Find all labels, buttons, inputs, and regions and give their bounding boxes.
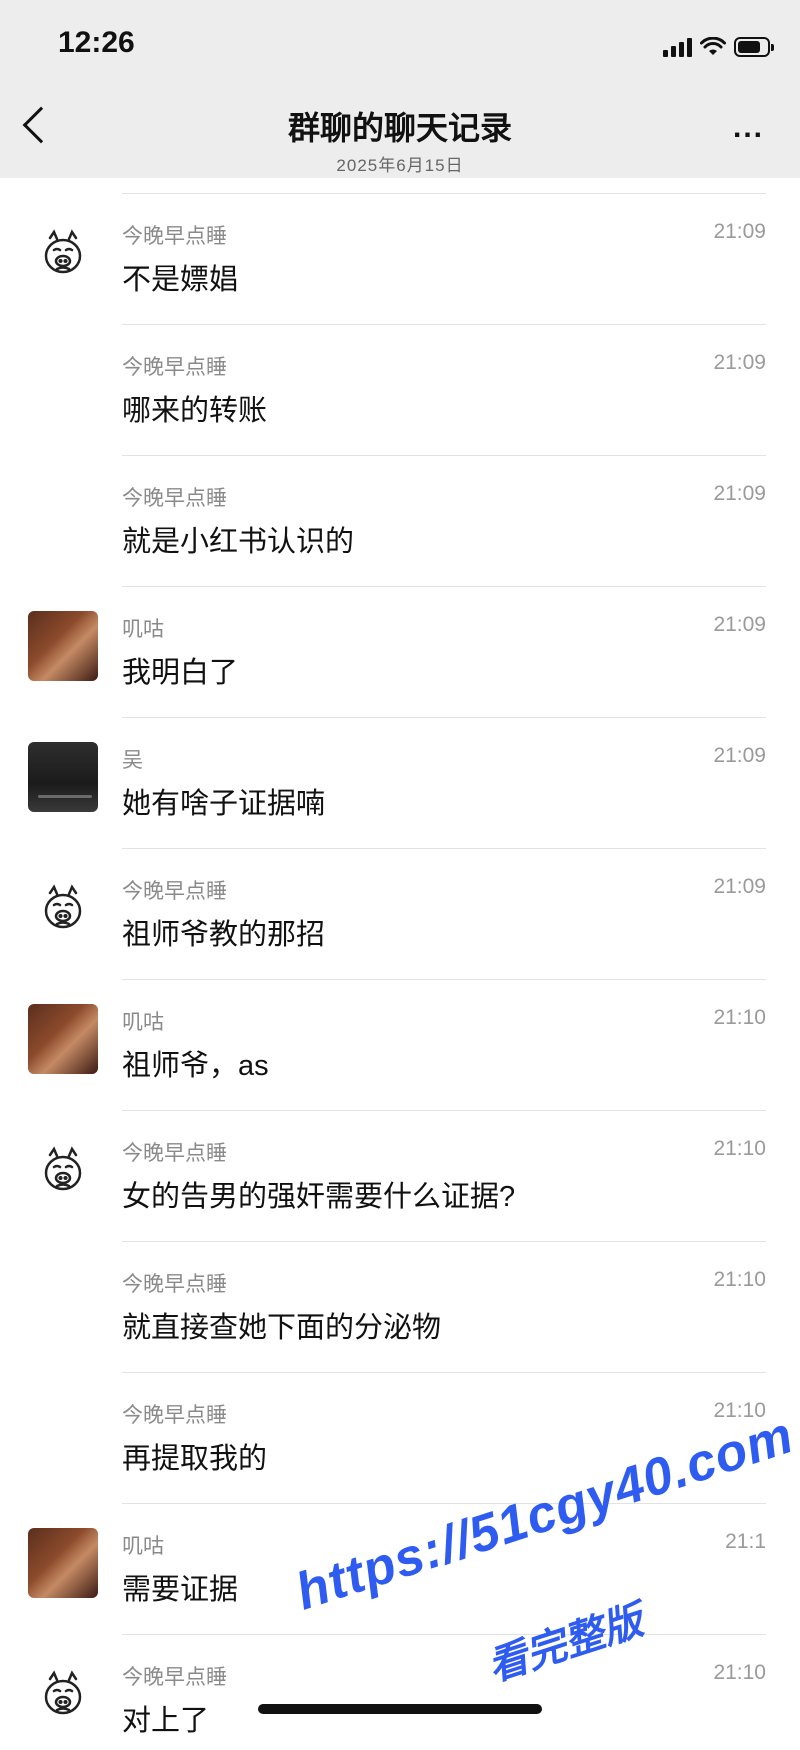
divider	[122, 586, 766, 587]
sender-name: 叽咕	[122, 1535, 164, 1558]
message-text: 我明白了	[122, 657, 239, 689]
message-time: 21:09	[713, 744, 766, 767]
divider	[122, 1503, 766, 1504]
divider	[122, 324, 766, 325]
message-row[interactable]: 今晚早点睡 21:09 不是嫖娼	[0, 178, 800, 309]
message-text: 就是小红书认识的	[122, 526, 355, 558]
cellular-signal-icon	[663, 37, 692, 57]
avatar[interactable]	[38, 1669, 88, 1719]
sender-name: 叽咕	[122, 618, 164, 641]
divider	[122, 455, 766, 456]
page-title: 群聊的聊天记录	[287, 110, 512, 146]
sender-name: 今晚早点睡	[122, 356, 227, 379]
divider	[122, 1372, 766, 1373]
message-list: 今晚早点睡 21:09 不是嫖娼 今晚早点睡 21:09 哪来的转账 今晚早点睡 21:09 就…	[0, 178, 800, 1750]
home-indicator[interactable]	[258, 1704, 542, 1714]
divider	[122, 1110, 766, 1111]
sender-name: 今晚早点睡	[122, 1666, 227, 1689]
status-time: 12:26	[58, 26, 135, 59]
sender-name: 吴	[122, 749, 143, 772]
message-text: 女的告男的强奸需要什么证据?	[122, 1181, 516, 1213]
message-row[interactable]: 今晚早点睡 21:09 祖师爷教的那招	[0, 833, 800, 964]
message-row[interactable]: 今晚早点睡 21:09 哪来的转账	[0, 309, 800, 440]
sender-name: 叽咕	[122, 1011, 164, 1034]
message-text: 就直接查她下面的分泌物	[122, 1312, 442, 1344]
avatar[interactable]	[38, 1145, 88, 1195]
avatar[interactable]	[28, 611, 98, 681]
wifi-icon	[700, 37, 726, 55]
avatar[interactable]	[28, 742, 98, 812]
message-time: 21:09	[713, 351, 766, 374]
message-time: 21:10	[713, 1137, 766, 1160]
sender-name: 今晚早点睡	[122, 1404, 227, 1427]
page-subtitle-date: 2025年6月15日	[336, 156, 464, 175]
message-time: 21:10	[713, 1661, 766, 1684]
sender-name: 今晚早点睡	[122, 880, 227, 903]
status-icons	[663, 34, 774, 60]
sender-name: 今晚早点睡	[122, 487, 227, 510]
battery-icon	[734, 37, 774, 57]
message-row[interactable]: 今晚早点睡 21:10 对上了	[0, 1619, 800, 1750]
message-row[interactable]: 吴 21:09 她有啥子证据喃	[0, 702, 800, 833]
divider	[122, 717, 766, 718]
message-time: 21:10	[713, 1006, 766, 1029]
message-time: 21:09	[713, 220, 766, 243]
avatar[interactable]	[38, 883, 88, 933]
message-text: 她有啥子证据喃	[122, 788, 326, 820]
message-time: 21:09	[713, 482, 766, 505]
message-text: 祖师爷教的那招	[122, 919, 326, 951]
divider	[122, 848, 766, 849]
message-row[interactable]: 今晚早点睡 21:10 再提取我的	[0, 1357, 800, 1488]
divider	[122, 1241, 766, 1242]
divider	[122, 1634, 766, 1635]
message-time: 21:10	[713, 1399, 766, 1422]
message-row[interactable]: 叽咕 21:09 我明白了	[0, 571, 800, 702]
message-text: 对上了	[122, 1705, 210, 1737]
message-row[interactable]: 今晚早点睡 21:09 就是小红书认识的	[0, 440, 800, 571]
more-button[interactable]: ...	[733, 113, 764, 143]
message-row[interactable]: 今晚早点睡 21:10 女的告男的强奸需要什么证据?	[0, 1095, 800, 1226]
message-row[interactable]: 今晚早点睡 21:10 就直接查她下面的分泌物	[0, 1226, 800, 1357]
avatar[interactable]	[28, 1004, 98, 1074]
message-time: 21:1	[725, 1530, 766, 1553]
message-text: 祖师爷，as	[122, 1050, 269, 1082]
sender-name: 今晚早点睡	[122, 1273, 227, 1296]
message-text: 再提取我的	[122, 1443, 268, 1475]
message-text: 需要证据	[122, 1574, 239, 1606]
avatar[interactable]	[38, 228, 88, 278]
nav-header: 12:26 群聊的聊天记录 2025年6月15日 ...	[0, 0, 800, 178]
divider	[122, 193, 766, 194]
message-text: 哪来的转账	[122, 395, 268, 427]
sender-name: 今晚早点睡	[122, 1142, 227, 1165]
avatar[interactable]	[28, 1528, 98, 1598]
message-text: 不是嫖娼	[122, 264, 239, 296]
divider	[122, 979, 766, 980]
message-time: 21:09	[713, 613, 766, 636]
message-time: 21:09	[713, 875, 766, 898]
sender-name: 今晚早点睡	[122, 225, 227, 248]
message-row[interactable]: 叽咕 21:1 需要证据	[0, 1488, 800, 1619]
title-block: 群聊的聊天记录 2025年6月15日	[0, 103, 800, 176]
message-time: 21:10	[713, 1268, 766, 1291]
message-row[interactable]: 叽咕 21:10 祖师爷，as	[0, 964, 800, 1095]
